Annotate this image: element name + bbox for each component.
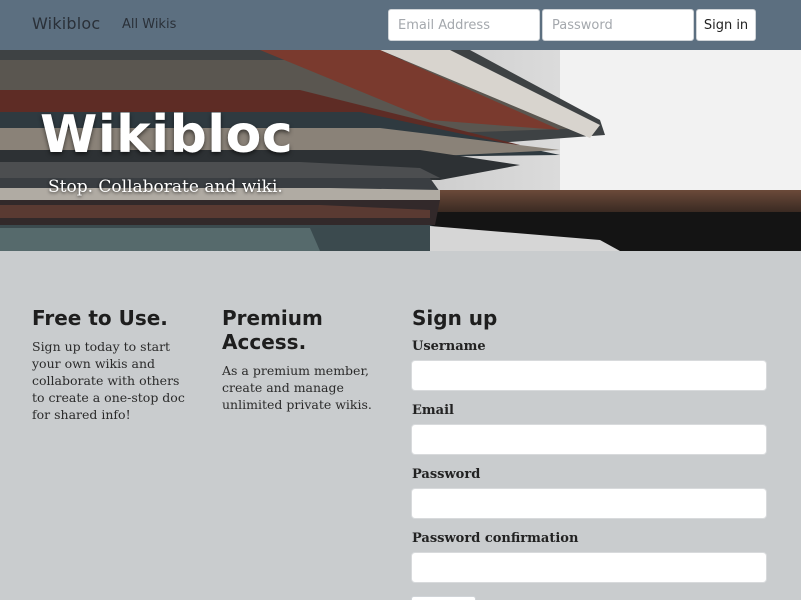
password-confirmation-input[interactable] bbox=[411, 552, 767, 583]
signup-submit-button[interactable] bbox=[411, 596, 476, 600]
username-label: Username bbox=[412, 339, 486, 354]
password-confirmation-label: Password confirmation bbox=[412, 531, 579, 546]
password-input[interactable] bbox=[411, 488, 767, 519]
brand-link[interactable]: Wikibloc bbox=[32, 14, 100, 33]
top-navbar: Wikibloc All Wikis Sign in bbox=[0, 0, 801, 50]
email-label: Email bbox=[412, 403, 454, 418]
username-input[interactable] bbox=[411, 360, 767, 391]
all-wikis-link[interactable]: All Wikis bbox=[122, 17, 176, 32]
signup-heading: Sign up bbox=[412, 306, 498, 330]
hero-banner: Wikibloc Stop. Collaborate and wiki. bbox=[0, 50, 801, 251]
hero-title: Wikibloc bbox=[40, 105, 294, 165]
email-input[interactable] bbox=[411, 424, 767, 455]
premium-access-text: As a premium member, create and manage u… bbox=[222, 363, 372, 412]
free-to-use-text: Sign up today to start your own wikis an… bbox=[32, 339, 185, 422]
nav-email-input[interactable] bbox=[388, 9, 540, 41]
free-to-use-heading: Free to Use. bbox=[32, 306, 168, 330]
hero-tagline: Stop. Collaborate and wiki. bbox=[48, 177, 283, 197]
premium-access-heading: Premium Access. bbox=[222, 306, 323, 354]
nav-password-input[interactable] bbox=[542, 9, 694, 41]
sign-in-button[interactable]: Sign in bbox=[696, 9, 756, 41]
password-label: Password bbox=[412, 467, 481, 482]
